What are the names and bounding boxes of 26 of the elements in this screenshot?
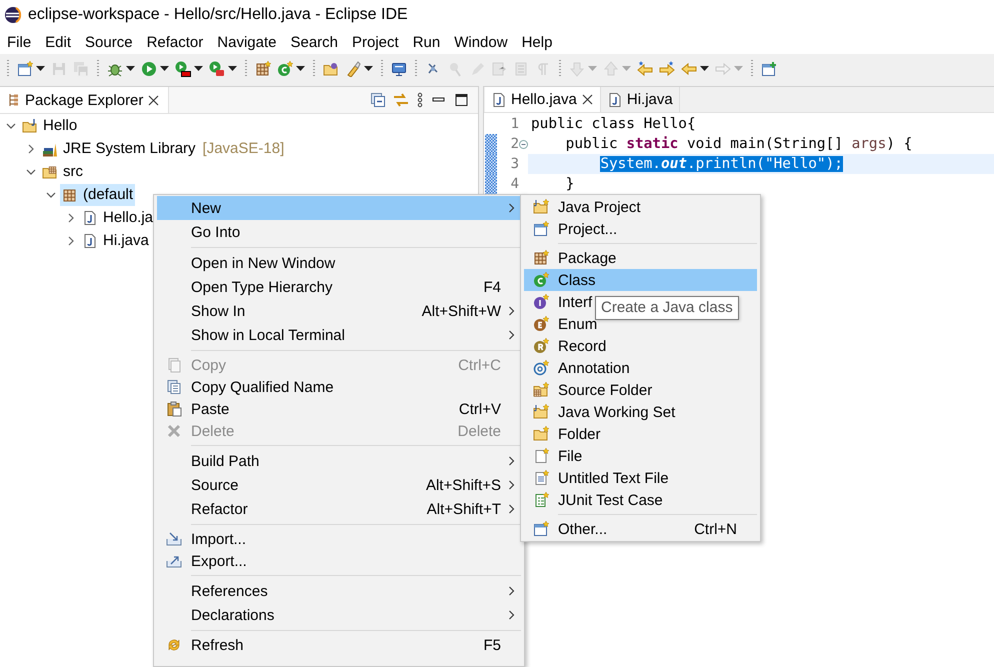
line-number: 2	[510, 136, 519, 152]
tree-item-label: src	[63, 163, 83, 180]
shortcut-label: F4	[482, 278, 501, 296]
shortcut-label: Ctrl+N	[693, 520, 737, 538]
code-line: public static void main(String[] args) {	[564, 135, 914, 154]
tooltip: Create a Java class	[595, 296, 739, 320]
shortcut-label: Delete	[456, 422, 501, 440]
tree-item-label: Hello	[43, 117, 78, 134]
shortcut-label: Alt+Shift+W	[420, 302, 501, 320]
tree-item-label: JRE System Library	[63, 140, 196, 157]
tree-item-label: Hi.java	[103, 232, 149, 249]
line-number: 3	[510, 156, 519, 172]
shortcut-label: Ctrl+C	[457, 356, 501, 374]
shortcut-label: Alt+Shift+S	[424, 476, 501, 494]
shortcut-label: F5	[482, 636, 501, 654]
code-line: public class Hello{	[530, 115, 697, 134]
tree-item-label: Hello.ja	[103, 209, 154, 226]
line-number: 4	[510, 176, 519, 192]
line-number: 1	[510, 116, 519, 132]
shortcut-label: Ctrl+V	[458, 400, 501, 418]
view-title: Package Explorer	[25, 92, 144, 108]
code-line: }	[564, 175, 576, 194]
shortcut-label: Alt+Shift+T	[426, 500, 501, 518]
window-title: eclipse-workspace - Hello/src/Hello.java - Eclipse IDE	[28, 6, 408, 24]
library-version-label: [JavaSE-18]	[202, 140, 284, 157]
tree-item-label: (default	[83, 186, 134, 203]
